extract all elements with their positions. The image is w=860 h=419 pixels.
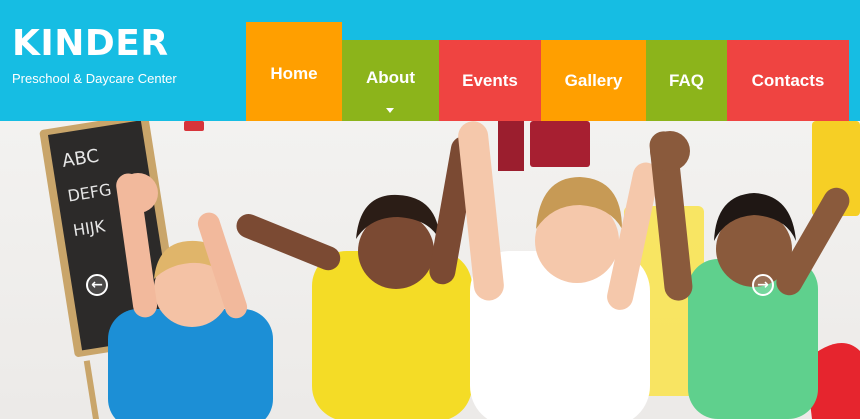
nav-item-label: Events (462, 70, 518, 90)
arrow-right-circle-icon[interactable]: → (752, 274, 774, 296)
hero-image: ABC DEFG HIJK (39, 121, 860, 419)
slider-prev-glyph: ← (91, 277, 103, 293)
slider-next-glyph: → (757, 277, 769, 293)
nav-item-about[interactable]: About (342, 40, 439, 121)
nav-item-home[interactable]: Home (246, 22, 342, 121)
nav-item-gallery[interactable]: Gallery (541, 40, 646, 121)
nav-item-label: Contacts (751, 70, 825, 90)
arrow-left-circle-icon[interactable]: ← (86, 274, 108, 296)
nav-item-faq[interactable]: FAQ (646, 40, 727, 121)
main-nav: Home About Events Gallery FAQ Contacts (0, 0, 860, 121)
nav-item-label: Gallery (564, 70, 623, 90)
nav-item-label: About (365, 67, 416, 87)
nav-item-label: Home (270, 63, 318, 83)
caret-down-icon (386, 108, 394, 113)
nav-item-contacts[interactable]: Contacts (727, 40, 849, 121)
nav-item-events[interactable]: Events (439, 40, 541, 121)
nav-item-label: FAQ (669, 70, 704, 90)
hero-slider: ABC DEFG HIJK ← → (0, 121, 860, 419)
